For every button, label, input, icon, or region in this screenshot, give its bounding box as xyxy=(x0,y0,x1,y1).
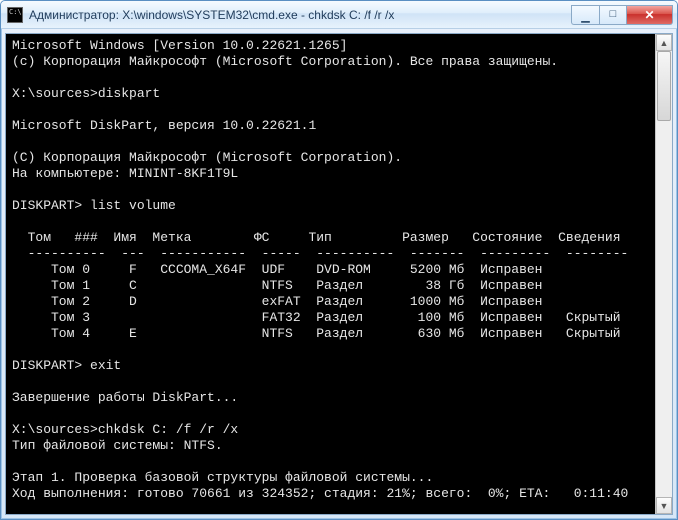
line: Завершение работы DiskPart... xyxy=(12,390,238,405)
scroll-thumb[interactable] xyxy=(657,51,671,121)
maximize-button[interactable]: □ xyxy=(599,5,627,25)
chevron-up-icon: ▲ xyxy=(660,38,669,48)
scrollbar[interactable]: ▲ ▼ xyxy=(655,34,672,514)
line: (C) Корпорация Майкрософт (Microsoft Cor… xyxy=(12,150,402,165)
cmd-window: Администратор: X:\windows\SYSTEM32\cmd.e… xyxy=(0,0,678,520)
line: Том ### Имя Метка ФС Тип Размер Состояни… xyxy=(12,230,621,245)
line: DISKPART> list volume xyxy=(12,198,176,213)
titlebar[interactable]: Администратор: X:\windows\SYSTEM32\cmd.e… xyxy=(1,1,677,29)
console-frame: Microsoft Windows [Version 10.0.22621.12… xyxy=(5,33,673,515)
line: На компьютере: MININT-8KF1T9L xyxy=(12,166,238,181)
console-output[interactable]: Microsoft Windows [Version 10.0.22621.12… xyxy=(6,34,655,514)
line: (c) Корпорация Майкрософт (Microsoft Cor… xyxy=(12,54,558,69)
close-icon: ✕ xyxy=(644,9,654,21)
table-row: Том 2 D exFAT Раздел 1000 Мб Исправен xyxy=(12,294,543,309)
cmd-icon xyxy=(7,7,23,23)
table-row: Том 1 C NTFS Раздел 38 Гб Исправен xyxy=(12,278,543,293)
window-title: Администратор: X:\windows\SYSTEM32\cmd.e… xyxy=(29,8,571,22)
table-row: Том 3 FAT32 Раздел 100 Мб Исправен Скрыт… xyxy=(12,310,621,325)
window-controls: ▁ □ ✕ xyxy=(571,5,673,25)
chevron-down-icon: ▼ xyxy=(660,501,669,511)
line: Microsoft Windows [Version 10.0.22621.12… xyxy=(12,38,347,53)
line: DISKPART> exit xyxy=(12,358,121,373)
minimize-icon: ▁ xyxy=(581,12,589,23)
close-button[interactable]: ✕ xyxy=(627,5,673,25)
line: Ход выполнения: готово 70661 из 324352; … xyxy=(12,486,628,501)
line: Microsoft DiskPart, версия 10.0.22621.1 xyxy=(12,118,316,133)
maximize-icon: □ xyxy=(610,9,617,20)
line: ---------- --- ----------- ----- -------… xyxy=(12,246,628,261)
table-row: Том 4 E NTFS Раздел 630 Мб Исправен Скры… xyxy=(12,326,621,341)
table-row: Том 0 F CCCOMA_X64F UDF DVD-ROM 5200 Мб … xyxy=(12,262,543,277)
scroll-down-button[interactable]: ▼ xyxy=(656,497,672,514)
line: Этап 1. Проверка базовой структуры файло… xyxy=(12,470,433,485)
minimize-button[interactable]: ▁ xyxy=(571,5,599,25)
scroll-up-button[interactable]: ▲ xyxy=(656,34,672,51)
scroll-track[interactable] xyxy=(656,51,672,497)
line: X:\sources>diskpart xyxy=(12,86,160,101)
line: X:\sources>chkdsk C: /f /r /x xyxy=(12,422,238,437)
line: Тип файловой системы: NTFS. xyxy=(12,438,223,453)
